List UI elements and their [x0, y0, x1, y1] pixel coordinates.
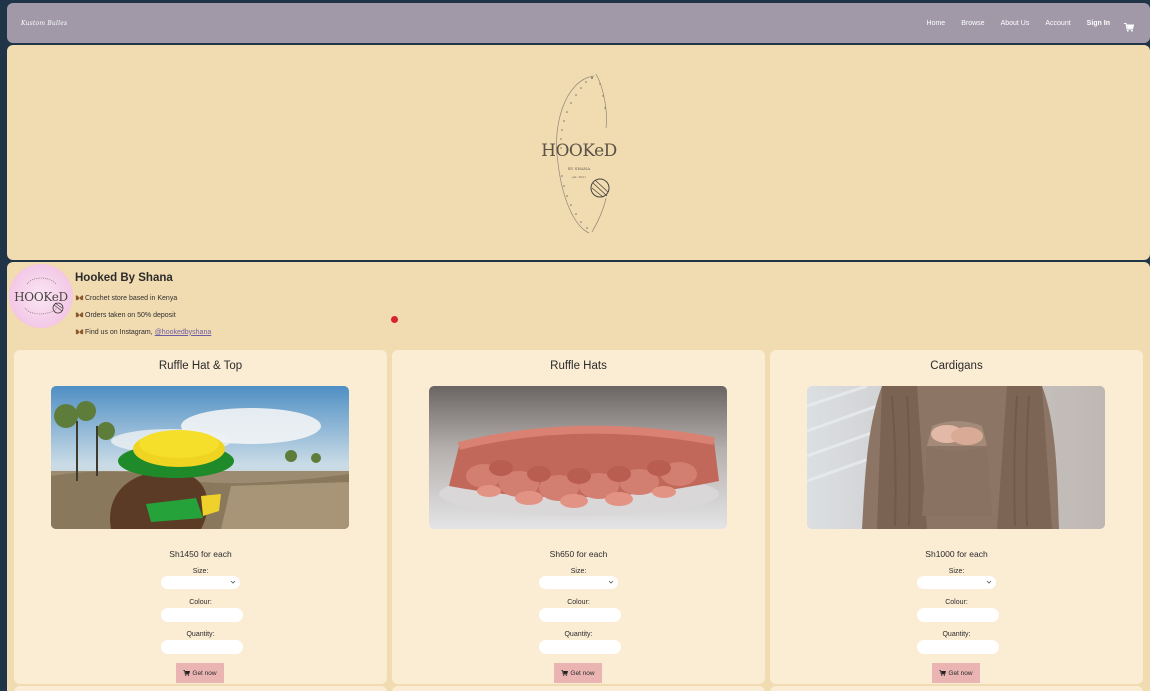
store-info-text: Crochet store based in Kenya: [85, 294, 178, 302]
next-row-cards: [14, 686, 1143, 691]
chevron-down-icon: [608, 580, 614, 584]
store-section: HOOKeD Hooked By Shana Crochet store bas…: [7, 262, 1150, 691]
nav-home[interactable]: Home: [927, 20, 946, 27]
product-image[interactable]: [807, 386, 1105, 529]
quantity-input[interactable]: [917, 640, 999, 654]
size-label: Size:: [192, 568, 209, 575]
quantity-input[interactable]: [161, 640, 243, 654]
notification-dot: [391, 316, 398, 323]
nav-account[interactable]: Account: [1045, 20, 1070, 27]
size-select[interactable]: [161, 576, 240, 589]
chevron-down-icon: [230, 580, 236, 584]
butterfly-icon: [75, 294, 84, 302]
sign-in-link[interactable]: Sign In: [1087, 20, 1110, 27]
size-select[interactable]: [539, 576, 618, 589]
colour-input[interactable]: [539, 608, 621, 622]
store-info-location: Crochet store based in Kenya: [75, 294, 177, 302]
cart-icon: [561, 670, 569, 676]
store-info-text: Orders taken on 50% deposit: [85, 311, 176, 319]
product-title: Ruffle Hat & Top: [158, 360, 243, 372]
product-card-partial: [770, 686, 1143, 691]
product-image[interactable]: [429, 386, 727, 529]
get-now-label: Get now: [948, 669, 973, 677]
product-price: Sh1450 for each: [169, 549, 232, 559]
butterfly-icon: [75, 328, 84, 336]
quantity-label: Quantity:: [564, 631, 593, 638]
store-name: Hooked By Shana: [75, 272, 173, 284]
quantity-input[interactable]: [539, 640, 621, 654]
quantity-label: Quantity:: [942, 631, 971, 638]
svg-text:HOOKeD: HOOKeD: [541, 141, 617, 161]
product-card: Ruffle Hat & Top Sh1450 for each Size: C…: [14, 350, 387, 684]
colour-label: Colour:: [945, 599, 968, 606]
avatar: HOOKeD: [9, 264, 73, 328]
product-title: Cardigans: [930, 360, 983, 372]
get-now-button[interactable]: Get now: [932, 663, 980, 683]
nav-about-us[interactable]: About Us: [1001, 20, 1030, 27]
quantity-label: Quantity:: [186, 631, 215, 638]
svg-text:est. 2021: est. 2021: [571, 175, 585, 179]
cart-icon: [183, 670, 191, 676]
size-select[interactable]: [917, 576, 996, 589]
brand-logo[interactable]: Kustom Bulles: [21, 20, 67, 27]
get-now-label: Get now: [192, 669, 217, 677]
get-now-label: Get now: [570, 669, 595, 677]
product-card-partial: [14, 686, 387, 691]
product-price: Sh650 for each: [549, 549, 608, 559]
store-info-instagram: Find us on Instagram, @hookedbyshana: [75, 328, 211, 336]
svg-text:HOOKeD: HOOKeD: [14, 290, 68, 304]
size-label: Size:: [948, 568, 965, 575]
product-card: Cardigans Sh1000 for each Size: Colour: …: [770, 350, 1143, 684]
colour-input[interactable]: [917, 608, 999, 622]
get-now-button[interactable]: Get now: [554, 663, 602, 683]
store-info-deposit: Orders taken on 50% deposit: [75, 311, 176, 319]
cart-icon: [939, 670, 947, 676]
svg-text:BY SHANA: BY SHANA: [567, 166, 589, 171]
product-card: Ruffle Hats Sh650 for each Size: Colour:…: [392, 350, 765, 684]
navbar: Kustom Bulles Home Browse About Us Accou…: [7, 3, 1150, 43]
chevron-down-icon: [986, 580, 992, 584]
instagram-link[interactable]: @hookedbyshana: [155, 329, 212, 336]
hooked-logo-icon: HOOKeD BY SHANA est. 2021: [541, 73, 617, 233]
nav-browse[interactable]: Browse: [961, 20, 984, 27]
colour-label: Colour:: [567, 599, 590, 606]
product-price: Sh1000 for each: [925, 549, 988, 559]
cart-icon[interactable]: [1124, 19, 1135, 32]
product-card-partial: [392, 686, 765, 691]
colour-input[interactable]: [161, 608, 243, 622]
product-title: Ruffle Hats: [550, 360, 607, 372]
size-label: Size:: [570, 568, 587, 575]
get-now-button[interactable]: Get now: [176, 663, 224, 683]
store-banner: HOOKeD BY SHANA est. 2021: [7, 45, 1150, 260]
product-image[interactable]: [51, 386, 349, 529]
butterfly-icon: [75, 311, 84, 319]
product-list: Ruffle Hat & Top Sh1450 for each Size: C…: [14, 350, 1143, 684]
colour-label: Colour:: [189, 599, 212, 606]
nav-links: Home Browse About Us Account Sign In: [911, 19, 1135, 32]
store-info-text: Find us on Instagram,: [85, 328, 153, 336]
